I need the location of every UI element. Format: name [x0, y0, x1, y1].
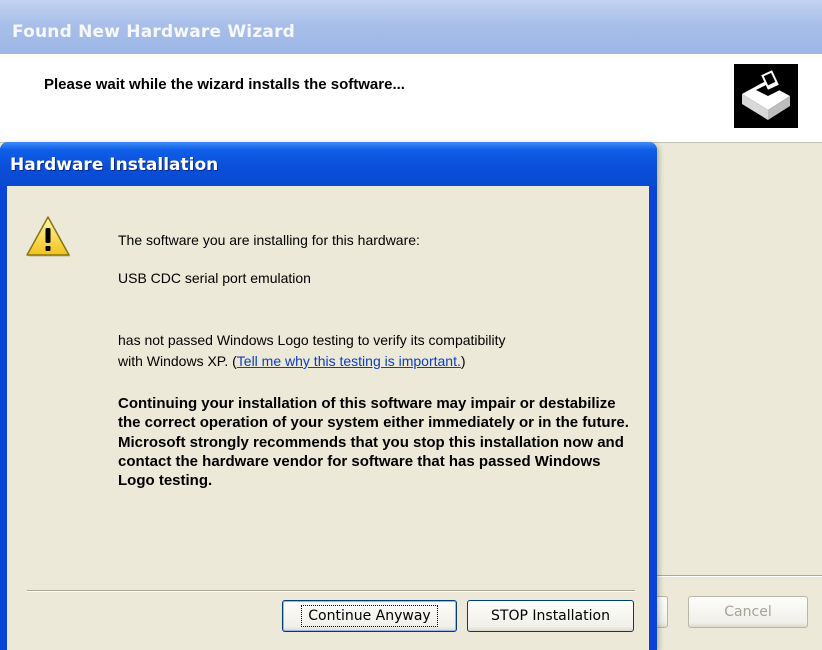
logo-testing-line-1: has not passed Windows Logo testing to v…: [118, 332, 506, 348]
device-name-text: USB CDC serial port emulation: [118, 270, 311, 286]
dialog-titlebar[interactable]: Hardware Installation: [0, 142, 657, 186]
wizard-heading: Please wait while the wizard installs th…: [44, 76, 405, 93]
logo-testing-line-2: with Windows XP. (Tell me why this testi…: [118, 353, 466, 369]
wizard-title: Found New Hardware Wizard: [12, 22, 296, 42]
continue-anyway-button[interactable]: Continue Anyway: [282, 600, 457, 632]
wizard-header: Please wait while the wizard installs th…: [0, 54, 822, 143]
dialog-client-area: The software you are installing for this…: [7, 186, 649, 650]
warning-triangle-icon: [23, 213, 73, 263]
warning-message: Continuing your installation of this sof…: [118, 395, 629, 490]
intro-text: The software you are installing for this…: [118, 232, 420, 248]
logo-line-2-prefix: with Windows XP. (: [118, 353, 237, 369]
dialog-separator: [27, 590, 635, 592]
wizard-titlebar[interactable]: Found New Hardware Wizard: [0, 0, 822, 54]
hardware-installation-dialog: Hardware Installation The software you a…: [0, 142, 657, 650]
dialog-title: Hardware Installation: [10, 155, 219, 175]
wizard-cancel-button[interactable]: Cancel: [688, 596, 808, 628]
hardware-install-icon: [734, 64, 798, 128]
continue-anyway-label: Continue Anyway: [301, 605, 438, 627]
logo-line-2-suffix: ): [460, 353, 466, 369]
tell-me-why-link[interactable]: Tell me why this testing is important.: [237, 353, 461, 369]
stop-installation-button[interactable]: STOP Installation: [467, 600, 634, 632]
